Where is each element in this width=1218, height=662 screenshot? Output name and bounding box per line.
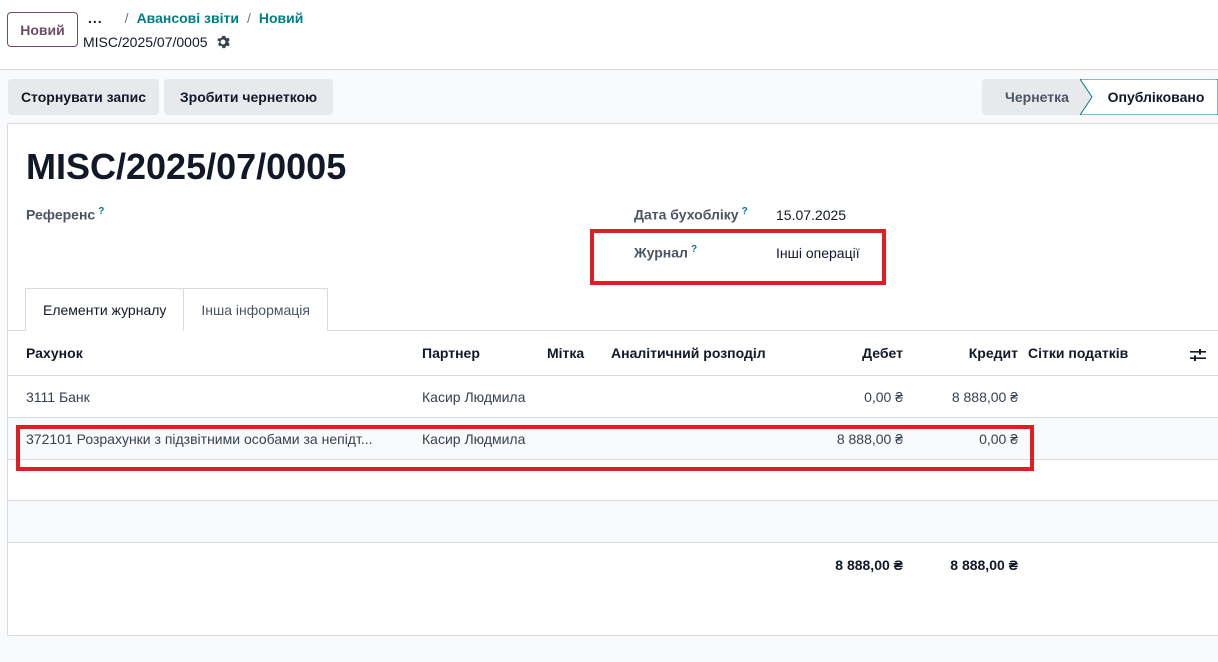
stage-posted-label: Опубліковано bbox=[1107, 89, 1205, 105]
partner-cell[interactable]: Касир Людмила bbox=[422, 376, 547, 417]
row-highlight-box bbox=[16, 425, 1034, 471]
stage-posted[interactable]: Опубліковано bbox=[1080, 79, 1218, 115]
record-name-text: MISC/2025/07/0005 bbox=[83, 34, 208, 50]
reference-label-text: Референс bbox=[26, 206, 96, 223]
breadcrumb-parent-link[interactable]: Авансові звіти bbox=[137, 10, 239, 26]
accounting-date-label: Дата бухобліку? bbox=[634, 206, 748, 223]
debit-total: 8 888,00 ₴ bbox=[835, 557, 903, 573]
accounting-date-field[interactable]: 15.07.2025 bbox=[776, 207, 846, 223]
tab-journal-items[interactable]: Елементи журналу bbox=[25, 288, 185, 331]
page-title: MISC/2025/07/0005 bbox=[26, 146, 347, 187]
notebook-tabs: Елементи журналу Інша інформація bbox=[25, 288, 328, 331]
gear-icon[interactable] bbox=[216, 35, 230, 49]
credit-total: 8 888,00 ₴ bbox=[950, 557, 1018, 573]
form-sheet: MISC/2025/07/0005 Референс? Дата бухоблі… bbox=[7, 123, 1218, 636]
accounting-date-label-text: Дата бухобліку bbox=[634, 206, 739, 223]
record-name: MISC/2025/07/0005 bbox=[83, 33, 230, 51]
column-credit[interactable]: Кредит bbox=[918, 331, 1018, 375]
optional-columns-icon[interactable] bbox=[1190, 348, 1206, 362]
column-label[interactable]: Мітка bbox=[547, 331, 607, 375]
totals-row: 8 888,00 ₴ 8 888,00 ₴ bbox=[8, 543, 1218, 587]
credit-cell[interactable]: 8 888,00 ₴ bbox=[918, 376, 1018, 417]
column-tax-grids[interactable]: Сітки податків bbox=[1028, 331, 1158, 375]
table-header: Рахунок Партнер Мітка Аналітичний розпод… bbox=[8, 331, 1218, 376]
reverse-entry-button[interactable]: Сторнувати запис bbox=[8, 79, 159, 115]
help-icon[interactable]: ? bbox=[98, 206, 104, 217]
breadcrumb: ... / Авансові звіти / Новий bbox=[88, 9, 303, 27]
account-cell[interactable]: 3111 Банк bbox=[26, 376, 414, 417]
breadcrumb-current-link[interactable]: Новий bbox=[259, 10, 303, 26]
reset-to-draft-button[interactable]: Зробити чернеткою bbox=[164, 79, 333, 115]
column-account[interactable]: Рахунок bbox=[26, 331, 406, 375]
control-panel: Новий ... / Авансові звіти / Новий MISC/… bbox=[0, 0, 1218, 70]
reference-label: Референс? bbox=[26, 206, 104, 223]
help-icon[interactable]: ? bbox=[742, 206, 748, 217]
breadcrumb-separator: / bbox=[246, 10, 251, 26]
tab-other-info[interactable]: Інша інформація bbox=[184, 288, 328, 331]
column-debit[interactable]: Дебет bbox=[803, 331, 903, 375]
column-analytic[interactable]: Аналітичний розподіл bbox=[611, 331, 791, 375]
empty-row bbox=[8, 501, 1218, 543]
new-button[interactable]: Новий bbox=[7, 12, 78, 47]
debit-cell[interactable]: 0,00 ₴ bbox=[803, 376, 903, 417]
column-partner[interactable]: Партнер bbox=[422, 331, 542, 375]
breadcrumb-separator: / bbox=[124, 10, 129, 26]
table-row[interactable]: 3111 Банк Касир Людмила 0,00 ₴ 8 888,00 … bbox=[8, 376, 1218, 418]
stage-draft[interactable]: Чернетка bbox=[982, 79, 1092, 115]
breadcrumb-more-button[interactable]: ... bbox=[88, 10, 103, 26]
statusbar: Чернетка Опубліковано bbox=[982, 79, 1218, 115]
journal-highlight-box bbox=[590, 229, 886, 285]
